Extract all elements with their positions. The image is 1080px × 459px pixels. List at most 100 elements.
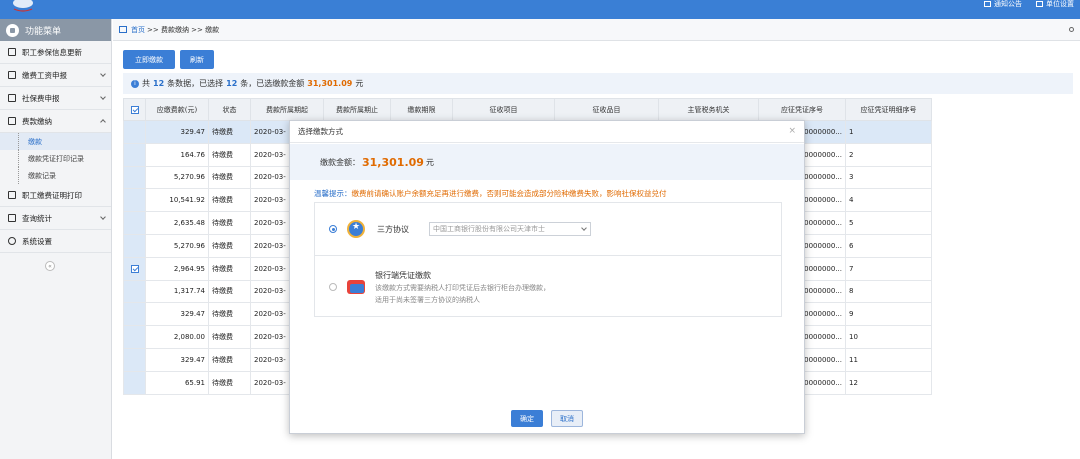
notice-link[interactable]: 通知公告 <box>984 0 1022 8</box>
col-header: 费款所属期止 <box>323 98 391 121</box>
menu-icon <box>6 23 19 37</box>
amount-unit: 元 <box>425 157 434 167</box>
warning-tip: 温馨提示：缴费前请确认账户余额充足再进行缴费，否则可能会造成部分险种缴费失败，影… <box>314 188 667 199</box>
mail-icon <box>984 1 991 7</box>
payment-method-dialog: 选择缴款方式 × 缴款金额： 31,301.09 元 温馨提示：缴费前请确认账户… <box>289 120 805 434</box>
sidebar-item-payment[interactable]: 费款缴纳 <box>0 110 111 133</box>
sidebar-item-update-info[interactable]: 职工参保信息更新 <box>0 41 111 64</box>
table-cell: 8 <box>845 279 932 304</box>
sidebar-subitem-pay-records[interactable]: 缴款记录 <box>0 167 111 184</box>
pay-now-button[interactable]: 立即缴款 <box>123 50 175 69</box>
top-bar: 通知公告 单位设置 <box>0 0 1080 19</box>
sidebar-item-settings[interactable]: 系统设置 <box>0 230 111 253</box>
bank-select[interactable]: 中国工商银行股份有限公司天津市士 <box>429 222 591 236</box>
table-cell: 1 <box>845 120 932 144</box>
building-icon <box>1036 1 1043 7</box>
table-cell <box>123 165 146 190</box>
refresh-button[interactable]: 刷新 <box>180 50 214 69</box>
table-cell: 9 <box>845 302 932 327</box>
sidebar-item-label: 查询统计 <box>22 213 52 223</box>
table-cell: 10,541.92 <box>145 188 209 213</box>
doc-icon <box>8 94 16 102</box>
sidebar-item-query[interactable]: 查询统计 <box>0 207 111 230</box>
table-cell: 6 <box>845 233 932 258</box>
selected-count: 12 <box>226 79 238 88</box>
menu-header: 功能菜单 <box>0 19 111 41</box>
col-header: 状态 <box>208 98 251 121</box>
table-cell: 待缴费 <box>208 256 251 281</box>
table-cell: 待缴费 <box>208 233 251 258</box>
chevron-down-icon <box>581 225 587 231</box>
info-icon: i <box>131 79 139 88</box>
table-cell: 10 <box>845 325 932 349</box>
selection-info: i 共 12 条数据，已选择 12 条，已选缴款金额 31,301.09 元 <box>123 73 1073 94</box>
col-header: 应征凭证序号 <box>758 98 846 121</box>
table-cell: 待缴费 <box>208 165 251 190</box>
sidebar: 功能菜单 职工参保信息更新 缴费工资申报 社保费申报 费款缴纳 缴款 缴款凭证打… <box>0 19 112 459</box>
bank-select-value: 中国工商银行股份有限公司天津市士 <box>433 225 545 233</box>
sidebar-subitem-print-records[interactable]: 缴款凭证打印记录 <box>0 150 111 167</box>
option-text: 银行端凭证缴款 该缴款方式需要纳税人打印凭证后去银行柜台办理缴款， 适用于尚未签… <box>375 270 550 305</box>
table-cell: 2,635.48 <box>145 211 209 235</box>
sidebar-item-label: 缴费工资申报 <box>22 70 67 80</box>
confirm-button[interactable]: 确定 <box>511 410 543 427</box>
option-desc: 适用于尚未签署三方协议的纳税人 <box>375 295 480 304</box>
logo <box>8 0 38 12</box>
info-text: 共 <box>142 79 150 88</box>
sidebar-item-wage-declare[interactable]: 缴费工资申报 <box>0 64 111 87</box>
total-count: 12 <box>153 79 165 88</box>
table-cell: 11 <box>845 347 932 372</box>
table-cell: 329.47 <box>145 302 209 327</box>
collapse-sidebar-button[interactable]: « <box>45 261 55 271</box>
table-cell: 待缴费 <box>208 370 251 395</box>
radio-three-party[interactable] <box>329 225 337 233</box>
gear-icon <box>8 237 16 245</box>
sidebar-item-label: 费款缴纳 <box>22 116 52 126</box>
sidebar-item-label: 职工缴费证明打印 <box>22 190 82 200</box>
radio-bank-voucher[interactable] <box>329 283 337 291</box>
sidebar-subitem-pay[interactable]: 缴款 <box>0 133 111 150</box>
selected-amount: 31,301.09 <box>307 79 353 88</box>
option-three-party[interactable]: 三方协议 中国工商银行股份有限公司天津市士 <box>315 203 781 256</box>
table-cell: 待缴费 <box>208 302 251 327</box>
table-cell <box>123 211 146 235</box>
col-header: 征收品目 <box>554 98 659 121</box>
table-cell: 4 <box>845 188 932 213</box>
table-cell: 2,964.95 <box>145 256 209 281</box>
col-header: 征收项目 <box>452 98 555 121</box>
table-cell: 5 <box>845 211 932 235</box>
chevron-down-icon <box>100 71 106 77</box>
home-icon <box>119 26 127 33</box>
col-header: 缴款期限 <box>390 98 453 121</box>
sidebar-item-insurance-declare[interactable]: 社保费申报 <box>0 87 111 110</box>
sidebar-item-print-proof[interactable]: 职工缴费证明打印 <box>0 184 111 207</box>
table-cell: 待缴费 <box>208 188 251 213</box>
menu-title: 功能菜单 <box>25 26 62 37</box>
chart-icon <box>8 214 16 222</box>
table-cell <box>123 347 146 372</box>
table-cell: 待缴费 <box>208 325 251 349</box>
settings-link[interactable]: 单位设置 <box>1036 0 1074 8</box>
chevron-down-icon <box>100 94 106 100</box>
table-cell: 5,270.96 <box>145 233 209 258</box>
col-header: 主管税务机关 <box>658 98 759 121</box>
row-checkbox[interactable] <box>130 264 139 273</box>
table-cell: 329.47 <box>145 120 209 144</box>
table-cell: 1,317.74 <box>145 279 209 304</box>
option-bank-voucher[interactable]: 银行端凭证缴款 该缴款方式需要纳税人打印凭证后去银行柜台办理缴款， 适用于尚未签… <box>315 257 781 317</box>
table-cell: 待缴费 <box>208 120 251 144</box>
chevron-down-icon <box>100 214 106 220</box>
close-icon[interactable]: × <box>788 126 796 136</box>
settings-icon[interactable] <box>1069 27 1074 32</box>
sidebar-item-label: 职工参保信息更新 <box>22 47 82 57</box>
select-all-checkbox[interactable] <box>130 105 139 114</box>
table-cell: 65.91 <box>145 370 209 395</box>
cancel-button[interactable]: 取消 <box>551 410 583 427</box>
table-cell <box>123 256 146 281</box>
select-all-header[interactable] <box>123 98 146 121</box>
info-text: 条，已选缴款金额 <box>240 79 305 88</box>
medal-icon <box>347 220 365 238</box>
breadcrumb-home-link[interactable]: 首页 <box>131 25 145 35</box>
sidebar-item-label: 系统设置 <box>22 236 52 246</box>
breadcrumb-path: >> 费款缴纳 >> 缴款 <box>147 25 220 34</box>
